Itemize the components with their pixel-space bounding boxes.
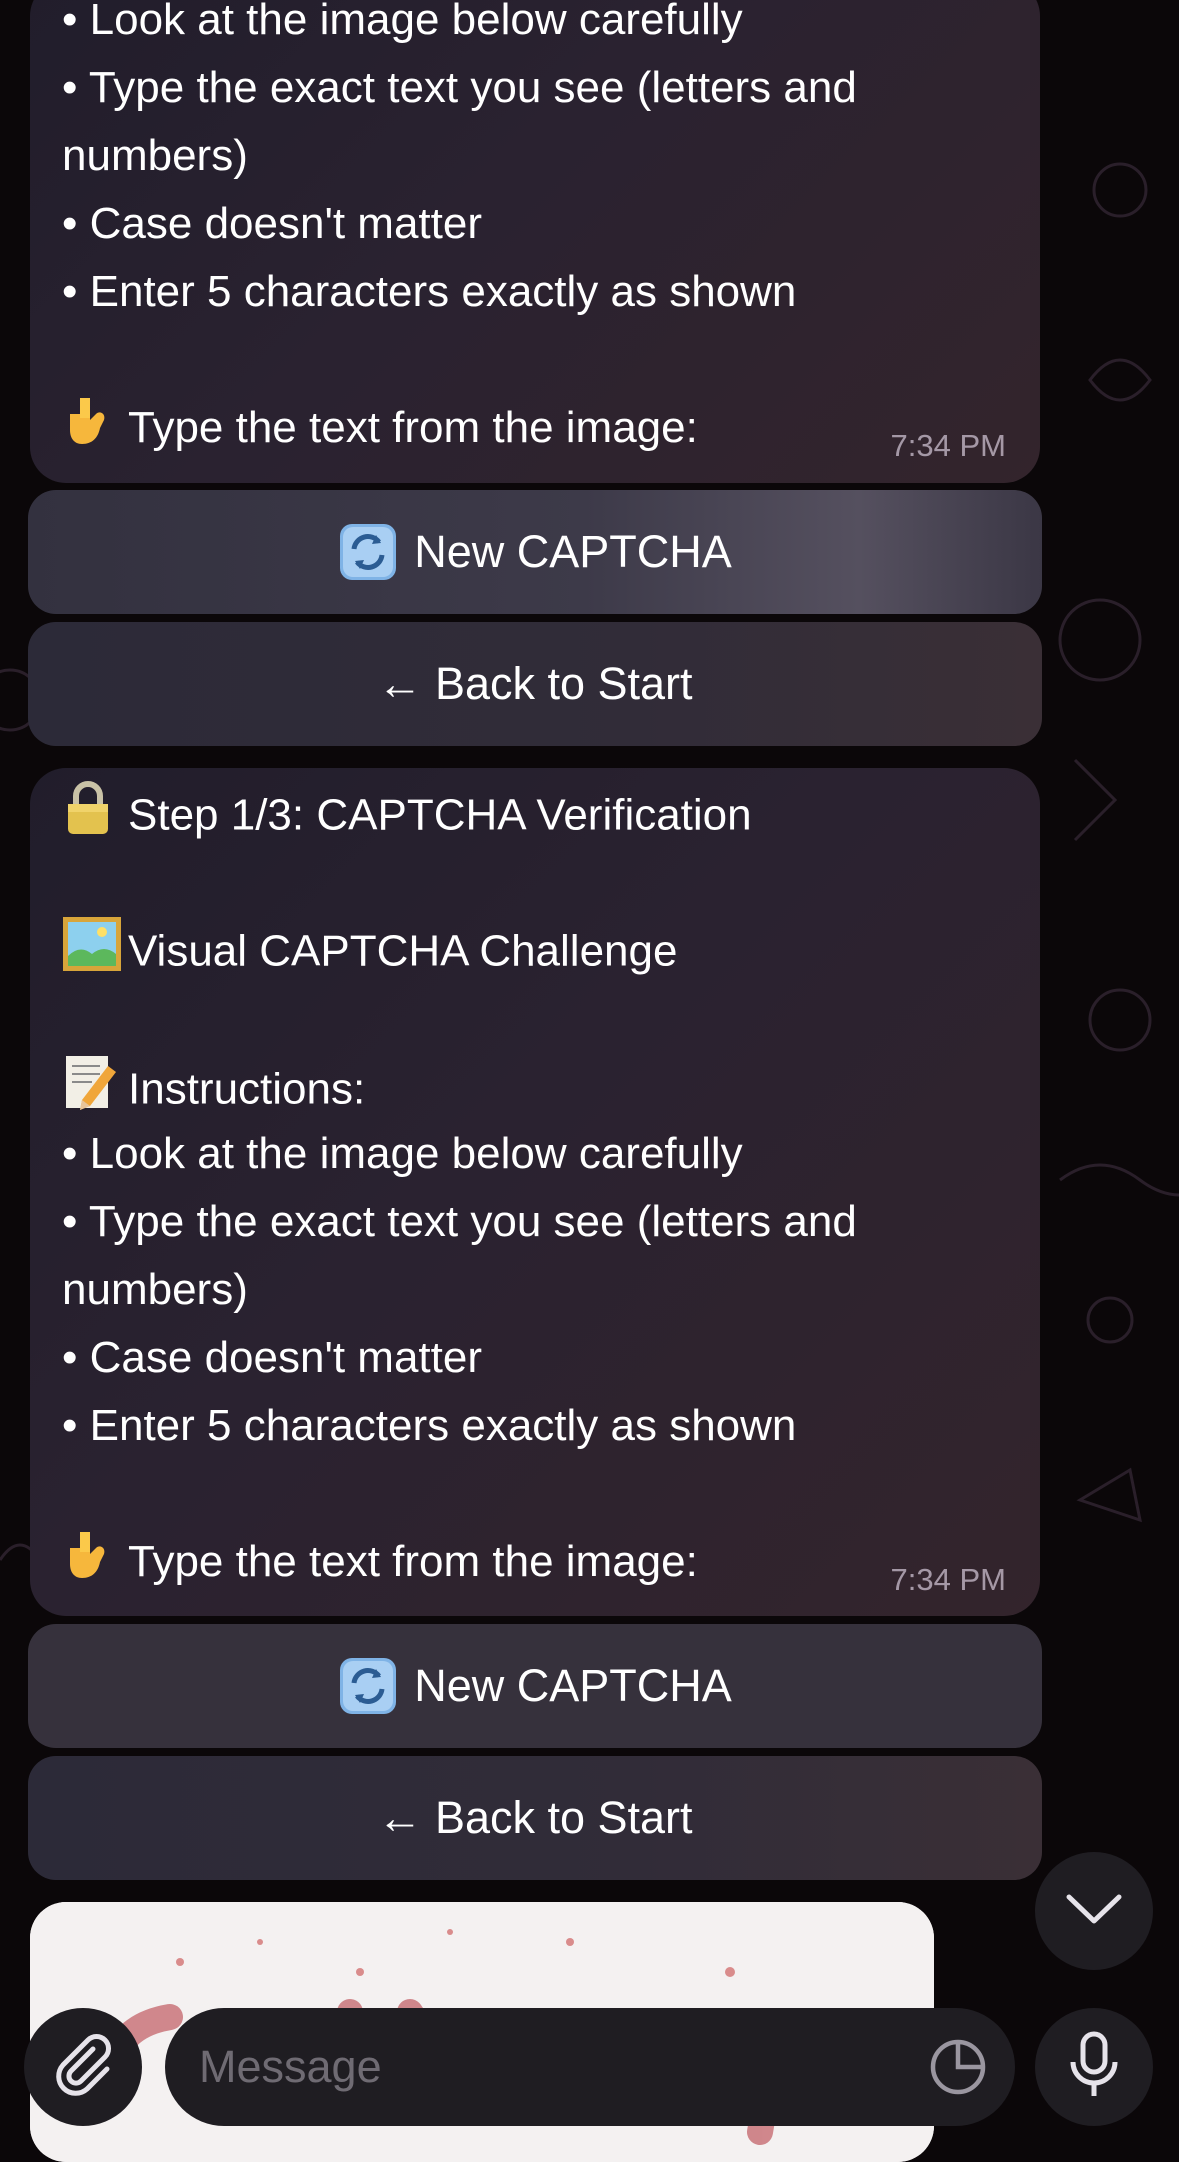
back-to-start-label: ← Back to Start (377, 658, 693, 709)
message-line: • Type the exact text you see (letters a… (62, 1197, 857, 1246)
message-step: Step 1/3: CAPTCHA Verification (62, 780, 1008, 848)
message-line: • Look at the image below carefully (62, 0, 743, 44)
voice-message-button[interactable] (1035, 2008, 1153, 2126)
attach-button[interactable] (24, 2008, 142, 2126)
pointing-down-icon (62, 1528, 122, 1600)
message-line: • Look at the image below carefully (62, 1129, 743, 1178)
message-line: • Case doesn't matter (62, 199, 482, 248)
message-line (62, 1460, 1008, 1528)
new-captcha-button[interactable]: New CAPTCHA (28, 1624, 1042, 1748)
message-line: numbers) (62, 1265, 248, 1314)
back-to-start-button[interactable]: ← Back to Start (28, 1756, 1042, 1880)
message-input[interactable]: Message (165, 2008, 1015, 2126)
sticker-icon[interactable] (929, 2038, 987, 2107)
message-line (62, 326, 1008, 394)
message-bubble: • Look at the image below carefully • Ty… (30, 0, 1040, 483)
paperclip-icon (51, 2033, 115, 2102)
message-line: • Type the exact text you see (letters a… (62, 63, 857, 112)
new-captcha-button[interactable]: New CAPTCHA (28, 490, 1042, 614)
new-captcha-label: New CAPTCHA (414, 526, 732, 577)
message-line: • Enter 5 characters exactly as shown (62, 1401, 797, 1450)
message-line: numbers) (62, 131, 248, 180)
message-placeholder: Message (199, 2041, 382, 2092)
message-instructions: Instructions: (62, 1052, 1008, 1120)
message-time: 7:34 PM (890, 428, 1006, 463)
message-time: 7:34 PM (890, 1562, 1006, 1597)
message-bubble: Step 1/3: CAPTCHA Verification Visual CA… (30, 768, 1040, 1616)
lock-icon (62, 780, 122, 856)
scroll-down-button[interactable] (1035, 1852, 1153, 1970)
back-to-start-label: ← Back to Start (377, 1792, 693, 1843)
message-line: • Enter 5 characters exactly as shown (62, 267, 797, 316)
pointing-down-icon (62, 394, 122, 466)
back-to-start-button[interactable]: ← Back to Start (28, 622, 1042, 746)
new-captcha-label: New CAPTCHA (414, 1660, 732, 1711)
message-prompt: Type the text from the image: (62, 394, 1008, 462)
message-prompt: Type the text from the image: (62, 1528, 1008, 1596)
message-line (62, 848, 1008, 916)
chevron-down-icon (1065, 1891, 1123, 1932)
microphone-icon (1068, 2030, 1120, 2105)
picture-icon (62, 916, 122, 992)
message-line (62, 984, 1008, 1052)
refresh-icon (338, 1656, 398, 1716)
message-line: • Case doesn't matter (62, 1333, 482, 1382)
refresh-icon (338, 522, 398, 582)
message-challenge: Visual CAPTCHA Challenge (62, 916, 1008, 984)
